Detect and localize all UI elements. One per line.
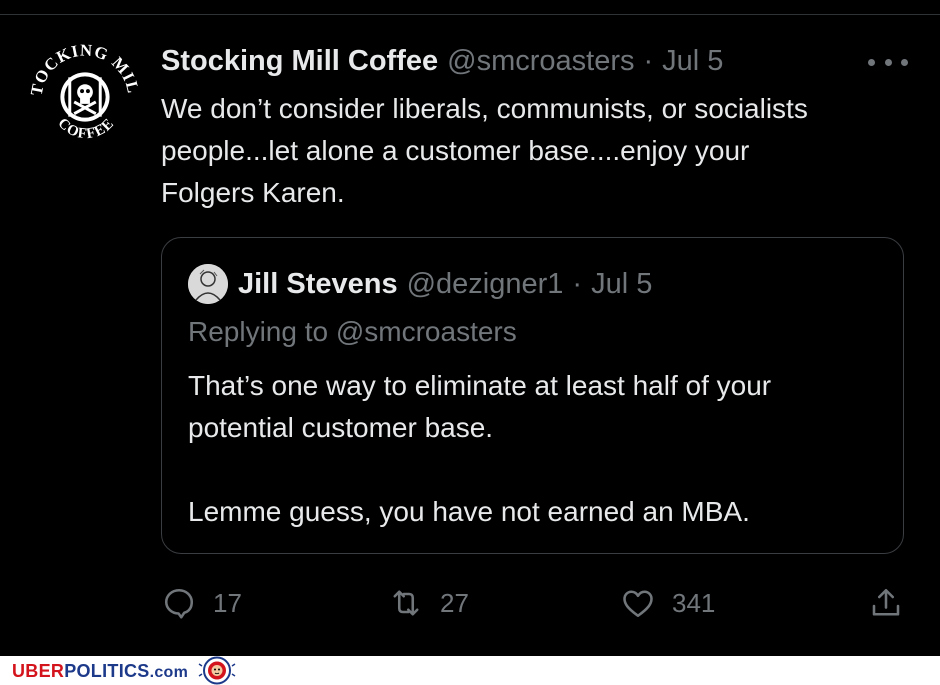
author-handle[interactable]: @smcroasters <box>447 45 634 78</box>
brand-part-politics: POLITICS <box>64 661 150 681</box>
tweet-header: Stocking Mill Coffee @smcroasters · Jul … <box>161 40 723 82</box>
more-dot <box>901 58 908 66</box>
tweet-text-line: Folgers Karen. <box>161 177 345 208</box>
brand-part-uber: UBER <box>12 661 65 681</box>
tweet-text-line: We don’t consider liberals, communists, … <box>161 93 808 124</box>
share-button[interactable] <box>868 580 904 626</box>
quote-avatar[interactable] <box>188 264 228 304</box>
quoted-tweet-card[interactable]: Jill Stevens @dezigner1 · Jul 5 Replying… <box>161 237 904 554</box>
author-name[interactable]: Stocking Mill Coffee <box>161 45 438 78</box>
quote-date[interactable]: Jul 5 <box>591 268 652 301</box>
like-count: 341 <box>672 587 716 618</box>
more-options-button[interactable] <box>868 48 908 76</box>
more-dot <box>884 58 892 66</box>
tweet-text-line: people...let alone a customer base....en… <box>161 135 750 166</box>
stocking-mill-logo-icon: STOCKING MILL COFFEE <box>26 38 142 142</box>
brand-part-com: .com <box>149 664 189 681</box>
like-icon <box>623 590 653 618</box>
meta-separator: · <box>643 44 654 77</box>
tweet-date[interactable]: Jul 5 <box>662 45 723 78</box>
uberpolitics-brand: UBERPOLITICS.com <box>12 661 188 682</box>
retweet-icon <box>393 590 419 616</box>
reply-button[interactable]: 17 <box>161 580 242 626</box>
reply-count: 17 <box>213 587 242 618</box>
lion-logo-icon <box>198 656 236 685</box>
quote-meta-separator: · <box>572 267 583 300</box>
replying-to: Replying to @smcroasters <box>188 316 517 347</box>
quote-text-line <box>188 449 888 491</box>
quote-text: That’s one way to eliminate at least hal… <box>188 365 888 533</box>
user-avatar-icon <box>188 264 228 304</box>
quote-author-handle[interactable]: @dezigner1 <box>407 268 564 301</box>
quote-text-line: potential customer base. <box>188 412 494 443</box>
retweet-button[interactable]: 27 <box>388 580 469 626</box>
quote-text-line: That’s one way to eliminate at least hal… <box>188 370 772 401</box>
retweet-count: 27 <box>440 587 469 618</box>
quote-text-line: Lemme guess, you have not earned an MBA. <box>188 496 750 527</box>
quote-header: Jill Stevens @dezigner1 · Jul 5 <box>238 262 652 306</box>
stocking-mill-avatar[interactable]: STOCKING MILL COFFEE <box>26 38 144 156</box>
reply-icon <box>164 588 194 619</box>
more-dot <box>868 58 875 66</box>
top-divider <box>0 14 940 15</box>
quote-author-name[interactable]: Jill Stevens <box>238 268 398 301</box>
tweet-text: We don’t consider liberals, communists, … <box>161 88 921 214</box>
like-button[interactable]: 341 <box>620 580 715 626</box>
watermark-footer: UBERPOLITICS.com <box>0 656 940 685</box>
tweet-actions: 17 27 341 <box>0 580 940 626</box>
share-icon <box>872 588 900 616</box>
